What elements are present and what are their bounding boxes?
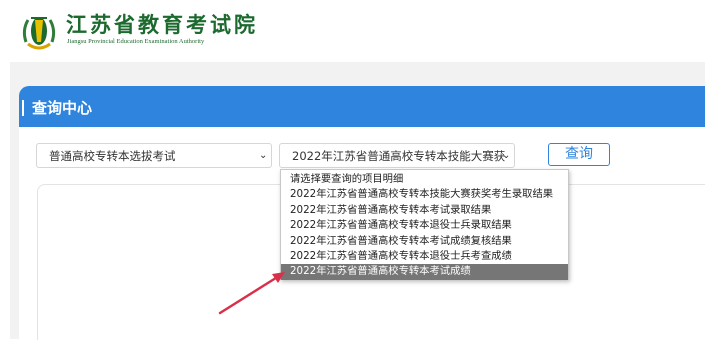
panel-title-bar bbox=[22, 100, 24, 116]
project-dropdown-list[interactable]: 请选择要查询的项目明细 2022年江苏省普通高校专转本技能大赛获奖考生录取结果 … bbox=[280, 169, 569, 280]
panel-title: 查询中心 bbox=[32, 99, 93, 117]
dropdown-option[interactable]: 2022年江苏省普通高校专转本技能大赛获奖考生录取结果 bbox=[281, 187, 568, 202]
dropdown-option[interactable]: 请选择要查询的项目明细 bbox=[281, 172, 568, 187]
site-header: 江苏省教育考试院 Jiangsu Provincial Education Ex… bbox=[0, 0, 705, 62]
annotation-arrow-icon bbox=[218, 272, 285, 315]
dropdown-option[interactable]: 2022年江苏省普通高校专转本退役士兵录取结果 bbox=[281, 218, 568, 233]
dropdown-option[interactable]: 2022年江苏省普通高校专转本考试录取结果 bbox=[281, 203, 568, 218]
panel-header bbox=[19, 86, 705, 127]
dropdown-option[interactable]: 2022年江苏省普通高校专转本退役士兵考查成绩 bbox=[281, 249, 568, 264]
project-value: 2022年江苏省普通高校专转本技能大赛获 bbox=[292, 149, 506, 163]
dropdown-option-highlighted[interactable]: 2022年江苏省普通高校专转本考试成绩 bbox=[281, 264, 568, 280]
brand-name-en: Jiangsu Provincial Education Examination… bbox=[67, 38, 205, 45]
brand-name-cn: 江苏省教育考试院 bbox=[66, 13, 258, 37]
logo-emblem-icon bbox=[22, 17, 56, 50]
query-button[interactable]: 查询 bbox=[548, 143, 610, 166]
chevron-down-icon: ⌄ bbox=[502, 150, 511, 161]
exam-type-value: 普通高校专转本选拔考试 bbox=[49, 149, 176, 163]
chevron-down-icon: ⌄ bbox=[259, 150, 268, 161]
project-select[interactable]: 2022年江苏省普通高校专转本技能大赛获 ⌄ bbox=[279, 143, 515, 168]
exam-type-select[interactable]: 普通高校专转本选拔考试 ⌄ bbox=[36, 143, 272, 168]
dropdown-option[interactable]: 2022年江苏省普通高校专转本考试成绩复核结果 bbox=[281, 234, 568, 249]
